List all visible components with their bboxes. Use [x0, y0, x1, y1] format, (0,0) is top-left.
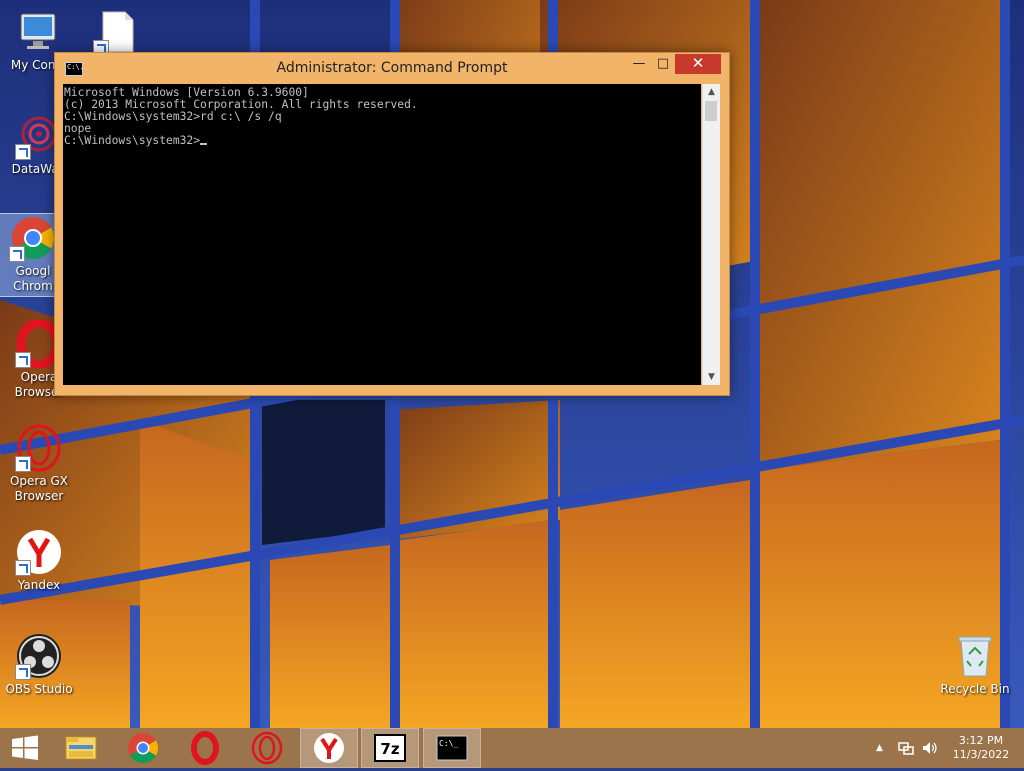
desktop-icon-recycle-bin[interactable]: Recycle Bin [936, 632, 1014, 697]
7zip-icon: 7z [374, 734, 406, 762]
scroll-thumb[interactable] [705, 101, 717, 121]
desktop-icon-yandex[interactable]: Yandex [0, 528, 78, 593]
console-prompt: C:\Windows\system32> [64, 134, 201, 147]
command-prompt-window[interactable]: C:\. Administrator: Command Prompt — □ ✕… [54, 52, 730, 396]
desktop-icon-label: Recycle Bin [940, 682, 1010, 696]
windows-start-icon [12, 735, 38, 760]
show-hidden-icons-chevron-icon[interactable]: ▲ [876, 743, 883, 753]
close-button[interactable]: ✕ [675, 54, 721, 74]
shortcut-arrow-icon [15, 664, 31, 680]
network-icon[interactable] [898, 741, 914, 758]
shortcut-arrow-icon [15, 144, 31, 160]
system-clock[interactable]: 3:12 PM 11/3/2022 [948, 734, 1014, 762]
console-line: C:\Windows\system32>rd c:\ /s /q [64, 110, 282, 123]
clock-time: 3:12 PM [958, 734, 1004, 747]
computer-icon [15, 8, 63, 56]
shortcut-arrow-icon [9, 246, 25, 262]
clock-date: 11/3/2022 [952, 748, 1010, 761]
taskbar-file-explorer[interactable] [53, 729, 109, 767]
cmd-icon-text: C:\_ [439, 739, 458, 748]
start-button[interactable] [0, 729, 50, 767]
obs-icon [15, 632, 63, 680]
desktop-icon-label: Opera GX Browser [9, 474, 69, 503]
taskbar-chrome[interactable] [115, 729, 171, 767]
yandex-icon [15, 528, 63, 576]
taskbar-opera-gx[interactable] [239, 729, 295, 767]
7zip-icon-text: 7z [380, 740, 399, 758]
opera-gx-icon [251, 731, 283, 765]
yandex-icon [314, 733, 344, 763]
desktop-icon-label: OBS Studio [5, 682, 73, 696]
vertical-scrollbar[interactable]: ▲ ▼ [702, 84, 720, 385]
taskbar-opera[interactable] [177, 729, 233, 767]
volume-icon[interactable] [922, 741, 938, 758]
taskbar-7zip[interactable]: 7z [361, 728, 419, 768]
recycle-bin-icon [951, 632, 999, 680]
taskbar-command-prompt[interactable]: C:\_ [423, 728, 481, 768]
taskbar-yandex[interactable] [300, 728, 358, 768]
minimize-button[interactable]: — [627, 54, 651, 74]
desktop-icon-file[interactable] [78, 8, 156, 58]
shortcut-arrow-icon [15, 456, 31, 472]
window-titlebar[interactable]: C:\. Administrator: Command Prompt — □ ✕ [55, 53, 729, 83]
desktop-icon-opera-gx[interactable]: Opera GX Browser [0, 424, 78, 504]
opera-gx-icon [15, 424, 63, 472]
shortcut-arrow-icon [15, 352, 31, 368]
file-icon [93, 8, 141, 56]
text-cursor [200, 143, 208, 145]
cmd-icon: C:\_ [436, 735, 468, 761]
console-output[interactable]: Microsoft Windows [Version 6.3.9600] (c) … [63, 84, 701, 385]
shortcut-arrow-icon [15, 560, 31, 576]
taskbar: 7z C:\_ ▲ 3:12 PM 11/3/2022 [0, 728, 1024, 768]
chrome-icon [9, 214, 57, 262]
opera-icon [191, 731, 219, 765]
maximize-button[interactable]: □ [651, 54, 675, 74]
scroll-up-arrow-icon[interactable]: ▲ [703, 84, 720, 100]
scroll-down-arrow-icon[interactable]: ▼ [703, 369, 720, 385]
desktop-icon-obs-studio[interactable]: OBS Studio [0, 632, 78, 697]
chrome-icon [128, 733, 159, 764]
folder-icon [65, 736, 97, 760]
console-prompt-line: C:\Windows\system32> [64, 135, 701, 147]
desktop-icon-label: Yandex [17, 578, 61, 592]
